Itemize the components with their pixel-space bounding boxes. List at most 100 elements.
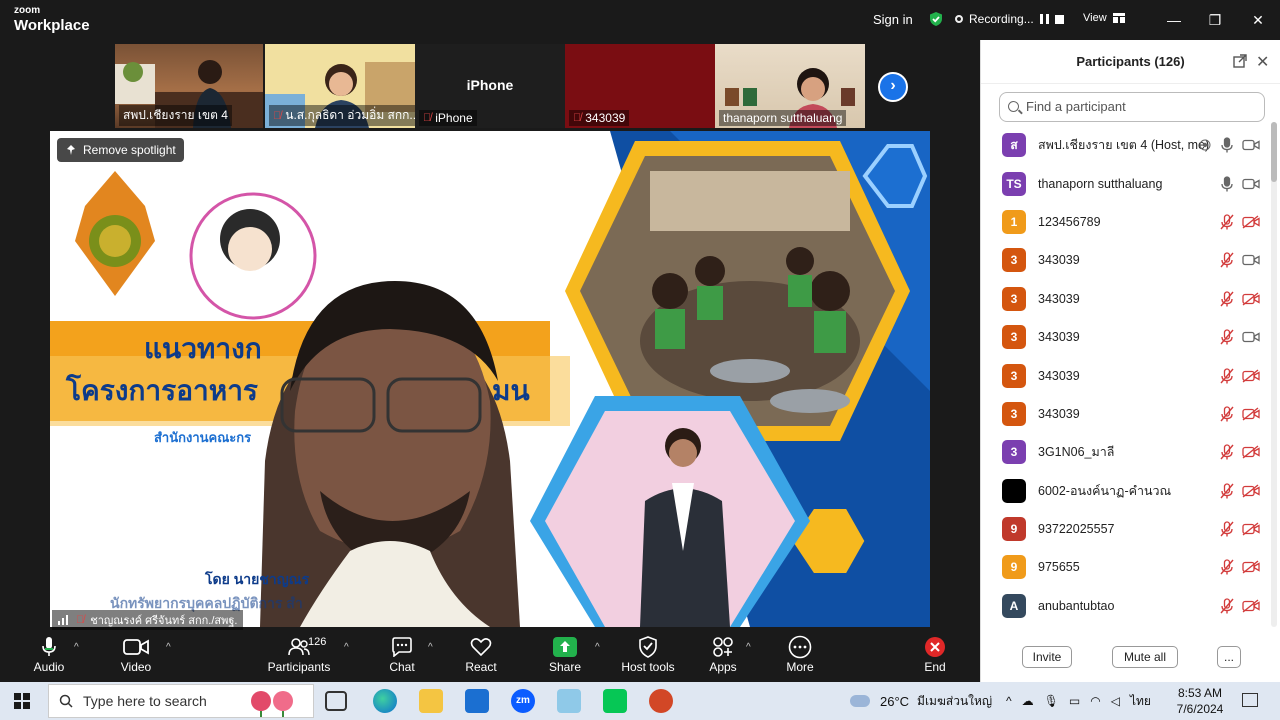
- clock[interactable]: 8:53 AM 7/6/2024: [1172, 685, 1228, 717]
- microphone-icon[interactable]: [1220, 175, 1234, 192]
- microphone-muted-icon[interactable]: [1220, 559, 1234, 575]
- notifications-icon[interactable]: [1242, 693, 1258, 707]
- participant-row[interactable]: 3 343039: [981, 318, 1271, 356]
- mute-all-button[interactable]: Mute all: [1112, 646, 1178, 668]
- participant-row[interactable]: 3 343039: [981, 395, 1271, 433]
- stop-icon[interactable]: [1054, 14, 1064, 24]
- taskbar-search-input[interactable]: Type here to search: [48, 684, 314, 718]
- audio-options-caret[interactable]: ^: [74, 642, 79, 653]
- video-camera-off-icon[interactable]: [1242, 407, 1260, 421]
- video-camera-icon[interactable]: [1242, 253, 1260, 267]
- participant-row[interactable]: 3 3G1N06_มาลี: [981, 433, 1271, 471]
- powerpoint-icon[interactable]: [649, 689, 673, 713]
- wifi-icon[interactable]: ◠: [1090, 694, 1100, 708]
- video-camera-icon[interactable]: [1242, 330, 1260, 344]
- microphone-muted-icon[interactable]: [1220, 252, 1234, 268]
- video-camera-off-icon[interactable]: [1242, 215, 1260, 229]
- video-camera-off-icon[interactable]: [1242, 522, 1260, 536]
- spotlight-video[interactable]: แนวทางก โครงการอาหาร มน สำนักงานคณะกร โด…: [50, 131, 930, 627]
- video-options-caret[interactable]: ^: [166, 642, 171, 653]
- microphone-muted-icon[interactable]: [1220, 483, 1234, 499]
- file-explorer-icon[interactable]: [419, 689, 443, 713]
- maximize-icon[interactable]: ❐: [1205, 10, 1225, 30]
- video-camera-off-icon[interactable]: [1242, 368, 1260, 383]
- shield-icon[interactable]: [928, 11, 944, 27]
- video-camera-icon[interactable]: [1242, 177, 1260, 191]
- close-icon[interactable]: ✕: [1248, 10, 1268, 30]
- line-app-icon[interactable]: [603, 689, 627, 713]
- thumbnail-video[interactable]: 🎙̸ น.ส.กุลธิดา อ่วมอิ่ม สกก...: [265, 44, 415, 128]
- video-camera-off-icon[interactable]: [1242, 445, 1260, 459]
- participant-row[interactable]: TS thanaporn sutthaluang: [981, 164, 1271, 202]
- audio-button[interactable]: Audio: [14, 634, 84, 674]
- participant-row[interactable]: 3 343039: [981, 241, 1271, 279]
- video-camera-off-icon[interactable]: [1242, 292, 1260, 306]
- close-panel-icon[interactable]: ✕: [1256, 52, 1269, 72]
- thumbnail-video[interactable]: สพป.เชียงราย เขต 4: [115, 44, 263, 128]
- participant-row[interactable]: 6002-อนงค์นาฏ-คำนวณ: [981, 472, 1271, 510]
- share-button[interactable]: Share: [530, 634, 600, 674]
- invite-button[interactable]: Invite: [1022, 646, 1072, 668]
- host-tools-button[interactable]: Host tools: [613, 634, 683, 674]
- microphone-tray-icon[interactable]: 🎙: [1044, 694, 1059, 708]
- end-button[interactable]: End: [900, 634, 970, 674]
- remove-spotlight-button[interactable]: Remove spotlight: [57, 138, 184, 162]
- participants-button[interactable]: 126 Participants: [264, 634, 334, 674]
- video-camera-off-icon[interactable]: [1242, 560, 1260, 575]
- pause-icon[interactable]: [1039, 14, 1049, 24]
- microphone-muted-icon[interactable]: [1220, 367, 1234, 384]
- participant-search-input[interactable]: Find a participant: [999, 92, 1265, 122]
- thumbnail-video[interactable]: thanaporn sutthaluang: [715, 44, 865, 128]
- video-camera-off-icon[interactable]: [1242, 484, 1260, 498]
- participant-row[interactable]: 9 975655: [981, 548, 1271, 586]
- language-indicator[interactable]: ไทย: [1130, 692, 1151, 711]
- network-icon[interactable]: ▭: [1069, 694, 1080, 708]
- scrollbar-thumb[interactable]: [1271, 122, 1277, 182]
- video-button[interactable]: Video: [101, 634, 171, 674]
- participant-row[interactable]: Aanubantubtao: [981, 587, 1271, 625]
- chat-button[interactable]: Chat: [367, 634, 437, 674]
- apps-options-caret[interactable]: ^: [746, 642, 751, 653]
- thumbnail-video[interactable]: 🎙̸ 343039: [565, 44, 715, 128]
- participant-row[interactable]: 1 123456789: [981, 203, 1271, 241]
- windows-start-icon[interactable]: [14, 693, 30, 709]
- volume-icon[interactable]: ◁: [1111, 694, 1120, 708]
- participant-row[interactable]: 3 343039: [981, 280, 1271, 318]
- share-options-caret[interactable]: ^: [595, 642, 600, 653]
- chat-options-caret[interactable]: ^: [428, 642, 433, 653]
- microphone-muted-icon[interactable]: [1220, 291, 1234, 307]
- microphone-muted-icon[interactable]: [1220, 406, 1234, 422]
- popout-icon[interactable]: [1233, 54, 1247, 68]
- video-camera-icon[interactable]: [1242, 138, 1260, 152]
- apps-button[interactable]: Apps: [688, 634, 758, 674]
- sign-in-button[interactable]: Sign in: [873, 12, 913, 27]
- microphone-muted-icon[interactable]: [1220, 444, 1234, 460]
- participant-list-scrollbar[interactable]: [1271, 122, 1277, 627]
- app-window-icon[interactable]: [557, 689, 581, 713]
- recording-indicator[interactable]: Recording...: [955, 8, 1064, 30]
- participants-options-caret[interactable]: ^: [344, 642, 349, 653]
- task-view-icon[interactable]: [325, 691, 347, 711]
- microphone-icon[interactable]: [1220, 137, 1234, 153]
- participant-row[interactable]: ส สพป.เชียงราย เขต 4 (Host, me): [981, 126, 1271, 164]
- thumbnail-name-only[interactable]: iPhone 🎙̸ iPhone: [415, 44, 565, 128]
- microphone-muted-icon[interactable]: [1220, 329, 1234, 345]
- next-page-button[interactable]: ›: [878, 72, 908, 102]
- participant-row[interactable]: 3 343039: [981, 356, 1271, 394]
- weather-widget[interactable]: 26°C มีเมฆส่วนใหญ่: [850, 682, 992, 720]
- video-camera-off-icon[interactable]: [1242, 599, 1260, 613]
- mail-icon[interactable]: [465, 689, 489, 713]
- minimize-icon[interactable]: —: [1164, 10, 1184, 30]
- microphone-muted-icon[interactable]: [1220, 598, 1234, 614]
- participant-row[interactable]: 9 93722025557: [981, 510, 1271, 548]
- edge-browser-icon[interactable]: [373, 689, 397, 713]
- onedrive-icon[interactable]: ☁: [1022, 694, 1034, 708]
- more-button[interactable]: More: [765, 634, 835, 674]
- react-button[interactable]: React: [446, 634, 516, 674]
- microphone-muted-icon[interactable]: [1220, 521, 1234, 537]
- view-button[interactable]: View: [1083, 12, 1125, 24]
- zoom-app-icon[interactable]: zm: [511, 689, 535, 713]
- microphone-muted-icon[interactable]: [1220, 214, 1234, 230]
- chevron-up-icon[interactable]: ^: [1006, 694, 1012, 708]
- panel-more-button[interactable]: ...: [1217, 646, 1241, 668]
